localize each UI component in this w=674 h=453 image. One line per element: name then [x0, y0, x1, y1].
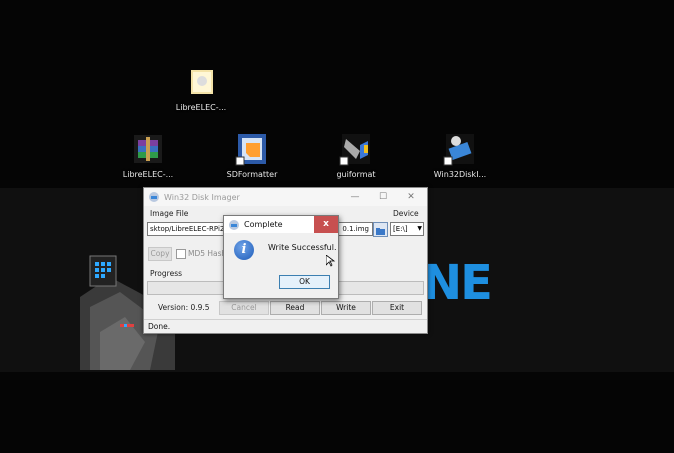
desktop-icon-libreelec-folder[interactable]: LibreELEC-... — [156, 64, 246, 112]
dialog-title: Complete — [244, 220, 283, 229]
win32diskimager-icon — [229, 219, 239, 230]
version-label: Version: 0.9.5 — [158, 303, 210, 312]
image-path-start: sktop/LibreELEC-RPi2.a — [150, 225, 231, 233]
image-file-label: Image File — [150, 209, 189, 218]
device-value: [E:\] — [393, 225, 408, 233]
desktop-icon-libreelec-archive[interactable]: LibreELEC-... — [103, 131, 193, 179]
info-icon: i — [234, 240, 254, 260]
desktop-icon-guiformat[interactable]: guiformat — [311, 131, 401, 179]
dialog-close-button[interactable]: x — [314, 216, 338, 233]
md5-hash-checkbox[interactable] — [176, 249, 186, 259]
progress-label: Progress — [150, 269, 183, 278]
cancel-button[interactable]: Cancel — [219, 301, 269, 315]
dialog-message: Write Successful. — [268, 243, 337, 252]
desktop-icon-label: LibreELEC-... — [175, 103, 227, 112]
guiformat-icon — [338, 131, 374, 167]
win32diskimager-icon — [149, 192, 159, 202]
image-path-end: 0.1.img — [342, 223, 369, 235]
chevron-down-icon: ▼ — [417, 225, 422, 232]
window-titlebar[interactable]: Win32 Disk Imager — ☐ ✕ — [144, 188, 427, 206]
exit-button[interactable]: Exit — [372, 301, 422, 315]
sdformatter-icon — [234, 131, 270, 167]
desktop-icon-win32diskimager[interactable]: Win32DiskI... — [415, 131, 505, 179]
desktop-icon-label: LibreELEC-... — [122, 170, 174, 179]
wallpaper-logo-text: NE — [422, 255, 493, 311]
desktop-icon-label: guiformat — [336, 170, 376, 179]
minimize-button[interactable]: — — [343, 188, 367, 206]
copy-button[interactable]: Copy — [148, 247, 172, 261]
desktop-icon-sdformatter[interactable]: SDFormatter — [207, 131, 297, 179]
window-title: Win32 Disk Imager — [164, 192, 240, 202]
write-button[interactable]: Write — [321, 301, 371, 315]
folder-icon — [183, 64, 219, 100]
device-label: Device — [393, 209, 419, 218]
device-select[interactable]: [E:\] ▼ — [390, 222, 424, 236]
browse-folder-button[interactable] — [373, 222, 388, 237]
desktop-icon-label: SDFormatter — [226, 170, 278, 179]
ok-button[interactable]: OK — [279, 275, 330, 289]
desktop-icon-label: Win32DiskI... — [433, 170, 487, 179]
maximize-button[interactable]: ☐ — [371, 188, 395, 206]
winrar-archive-icon — [130, 131, 166, 167]
status-bar: Done. — [144, 319, 427, 333]
read-button[interactable]: Read — [270, 301, 320, 315]
complete-dialog: Complete x i Write Successful. OK — [223, 215, 339, 299]
mouse-cursor-icon — [326, 255, 336, 267]
dialog-titlebar[interactable]: Complete x — [224, 216, 338, 233]
close-button[interactable]: ✕ — [399, 188, 423, 206]
folder-icon — [376, 228, 385, 235]
win32diskimager-icon — [442, 131, 478, 167]
